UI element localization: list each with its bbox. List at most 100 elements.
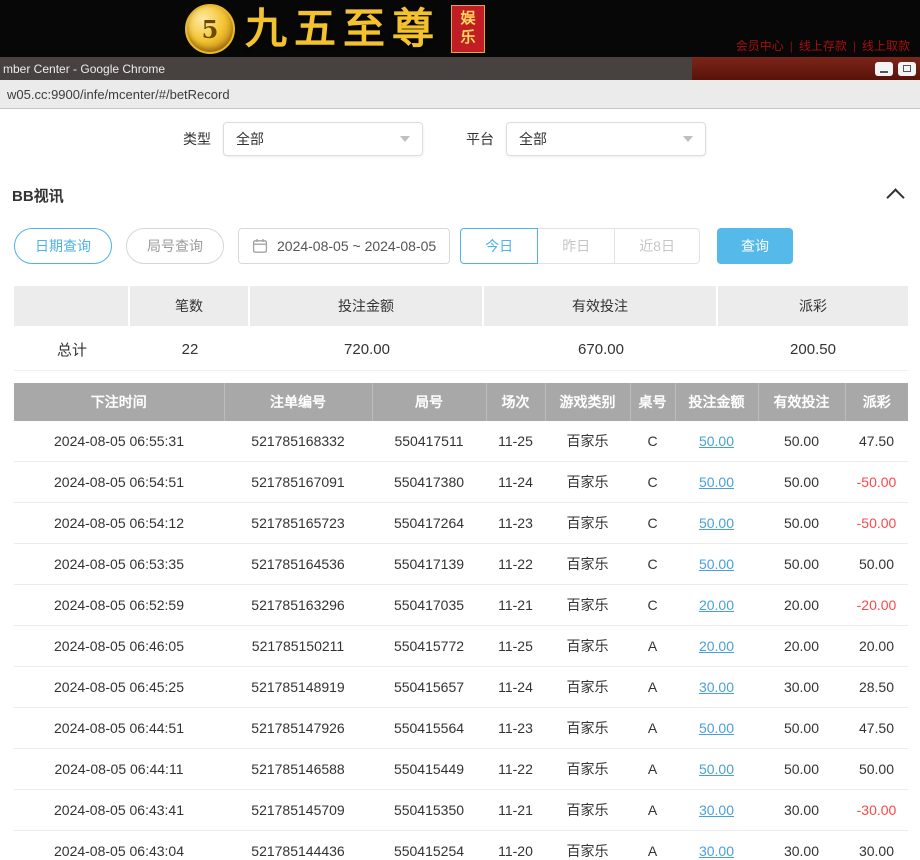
- bet-time-cell: 2024-08-05 06:44:11: [14, 749, 224, 790]
- game-type-cell: 百家乐: [545, 503, 630, 544]
- valid-bet-cell: 50.00: [758, 462, 845, 503]
- session-cell: 11-21: [486, 585, 545, 626]
- coin-number: 5: [202, 15, 219, 44]
- game-type-cell: 百家乐: [545, 626, 630, 667]
- nav-online-deposit[interactable]: 线上存款: [799, 37, 847, 54]
- payout-cell: 47.50: [845, 421, 908, 462]
- payout-cell: 47.50: [845, 708, 908, 749]
- order-id-cell: 521785164536: [224, 544, 372, 585]
- date-query-button[interactable]: 日期查询: [14, 228, 112, 264]
- round-id-cell: 550417035: [372, 585, 486, 626]
- table-row: 2024-08-05 06:44:11 521785146588 5504154…: [14, 749, 908, 790]
- payout-cell: 50.00: [845, 544, 908, 585]
- summary-header-empty: [14, 286, 130, 328]
- bet-amount-link[interactable]: 50.00: [675, 749, 758, 790]
- main-content: 类型 全部 平台 全部 BB视讯 日期查询 局号查询: [0, 121, 920, 860]
- query-toolbar: 日期查询 局号查询 2024-08-05 ~ 2024-08-05 今日 昨日 …: [14, 228, 920, 264]
- bet-amount-link[interactable]: 20.00: [675, 585, 758, 626]
- today-button[interactable]: 今日: [460, 228, 538, 264]
- game-type-cell: 百家乐: [545, 708, 630, 749]
- bet-time-cell: 2024-08-05 06:46:05: [14, 626, 224, 667]
- bet-amount-link[interactable]: 50.00: [675, 708, 758, 749]
- date-range-text: 2024-08-05 ~ 2024-08-05: [277, 238, 436, 254]
- round-id-cell: 550415449: [372, 749, 486, 790]
- nav-online-withdraw[interactable]: 线上取款: [862, 37, 910, 54]
- date-range-picker[interactable]: 2024-08-05 ~ 2024-08-05: [238, 228, 450, 264]
- bet-amount-link[interactable]: 50.00: [675, 503, 758, 544]
- maximize-icon: [903, 65, 911, 72]
- session-cell: 11-24: [486, 667, 545, 708]
- order-id-cell: 521785144436: [224, 831, 372, 860]
- round-id-cell: 550417139: [372, 544, 486, 585]
- table-no-cell: C: [630, 503, 675, 544]
- valid-bet-cell: 20.00: [758, 585, 845, 626]
- valid-bet-cell: 50.00: [758, 421, 845, 462]
- site-logo: 5 九五至尊 娱乐: [185, 4, 485, 54]
- nav-separator: |: [790, 39, 793, 53]
- table-no-cell: C: [630, 462, 675, 503]
- round-id-cell: 550417511: [372, 421, 486, 462]
- round-id-cell: 550417380: [372, 462, 486, 503]
- bet-amount-link[interactable]: 50.00: [675, 462, 758, 503]
- game-type-cell: 百家乐: [545, 790, 630, 831]
- table-row: 2024-08-05 06:43:41 521785145709 5504153…: [14, 790, 908, 831]
- address-bar[interactable]: w05.cc:9900/infe/mcenter/#/betRecord: [0, 80, 920, 109]
- type-select[interactable]: 全部: [223, 122, 423, 156]
- valid-bet-cell: 30.00: [758, 790, 845, 831]
- session-cell: 11-20: [486, 831, 545, 860]
- round-query-button[interactable]: 局号查询: [126, 228, 224, 264]
- platform-label: 平台: [466, 129, 494, 149]
- order-id-cell: 521785146588: [224, 749, 372, 790]
- search-button[interactable]: 查询: [717, 228, 793, 264]
- yesterday-button[interactable]: 昨日: [537, 228, 615, 264]
- minimize-button[interactable]: [875, 62, 893, 76]
- collapse-chevron-icon[interactable]: [886, 188, 904, 206]
- round-id-cell: 550415254: [372, 831, 486, 860]
- last-8-days-button[interactable]: 近8日: [614, 228, 700, 264]
- caret-down-icon: [400, 136, 410, 142]
- nav-member-center[interactable]: 会员中心: [736, 37, 784, 54]
- valid-bet-cell: 50.00: [758, 749, 845, 790]
- bet-amount-link[interactable]: 50.00: [675, 421, 758, 462]
- table-row: 2024-08-05 06:54:12 521785165723 5504172…: [14, 503, 908, 544]
- bet-time-cell: 2024-08-05 06:54:51: [14, 462, 224, 503]
- game-type-cell: 百家乐: [545, 749, 630, 790]
- table-row: 2024-08-05 06:54:51 521785167091 5504173…: [14, 462, 908, 503]
- col-payout: 派彩: [845, 383, 908, 421]
- col-round-id: 局号: [372, 383, 486, 421]
- summary-header-count: 笔数: [130, 286, 250, 328]
- payout-cell: -50.00: [845, 462, 908, 503]
- type-label: 类型: [183, 129, 211, 149]
- summary-valid-bet: 670.00: [484, 328, 718, 371]
- session-cell: 11-23: [486, 708, 545, 749]
- section-title: BB视讯: [12, 185, 64, 206]
- platform-select[interactable]: 全部: [506, 122, 706, 156]
- col-session: 场次: [486, 383, 545, 421]
- type-select-value: 全部: [236, 129, 264, 149]
- game-type-cell: 百家乐: [545, 667, 630, 708]
- round-id-cell: 550415657: [372, 667, 486, 708]
- site-header: 5 九五至尊 娱乐 会员中心 | 线上存款 | 线上取款: [0, 0, 920, 57]
- table-no-cell: A: [630, 667, 675, 708]
- table-header-row: 下注时间 注单编号 局号 场次 游戏类别 桌号 投注金额 有效投注 派彩: [14, 383, 908, 421]
- page: 5 九五至尊 娱乐 会员中心 | 线上存款 | 线上取款 mber Center…: [0, 0, 920, 860]
- bet-time-cell: 2024-08-05 06:44:51: [14, 708, 224, 749]
- date-shortcut-group: 今日 昨日 近8日: [460, 228, 700, 264]
- game-type-cell: 百家乐: [545, 462, 630, 503]
- table-row: 2024-08-05 06:45:25 521785148919 5504156…: [14, 667, 908, 708]
- table-no-cell: A: [630, 790, 675, 831]
- bet-amount-link[interactable]: 30.00: [675, 667, 758, 708]
- table-row: 2024-08-05 06:44:51 521785147926 5504155…: [14, 708, 908, 749]
- bet-amount-link[interactable]: 30.00: [675, 831, 758, 860]
- order-id-cell: 521785145709: [224, 790, 372, 831]
- bet-time-cell: 2024-08-05 06:52:59: [14, 585, 224, 626]
- summary-count: 22: [130, 328, 250, 371]
- maximize-button[interactable]: [898, 62, 916, 76]
- session-cell: 11-25: [486, 421, 545, 462]
- table-no-cell: A: [630, 708, 675, 749]
- bet-amount-link[interactable]: 50.00: [675, 544, 758, 585]
- bet-amount-link[interactable]: 30.00: [675, 790, 758, 831]
- table-no-cell: C: [630, 421, 675, 462]
- bet-time-cell: 2024-08-05 06:45:25: [14, 667, 224, 708]
- bet-amount-link[interactable]: 20.00: [675, 626, 758, 667]
